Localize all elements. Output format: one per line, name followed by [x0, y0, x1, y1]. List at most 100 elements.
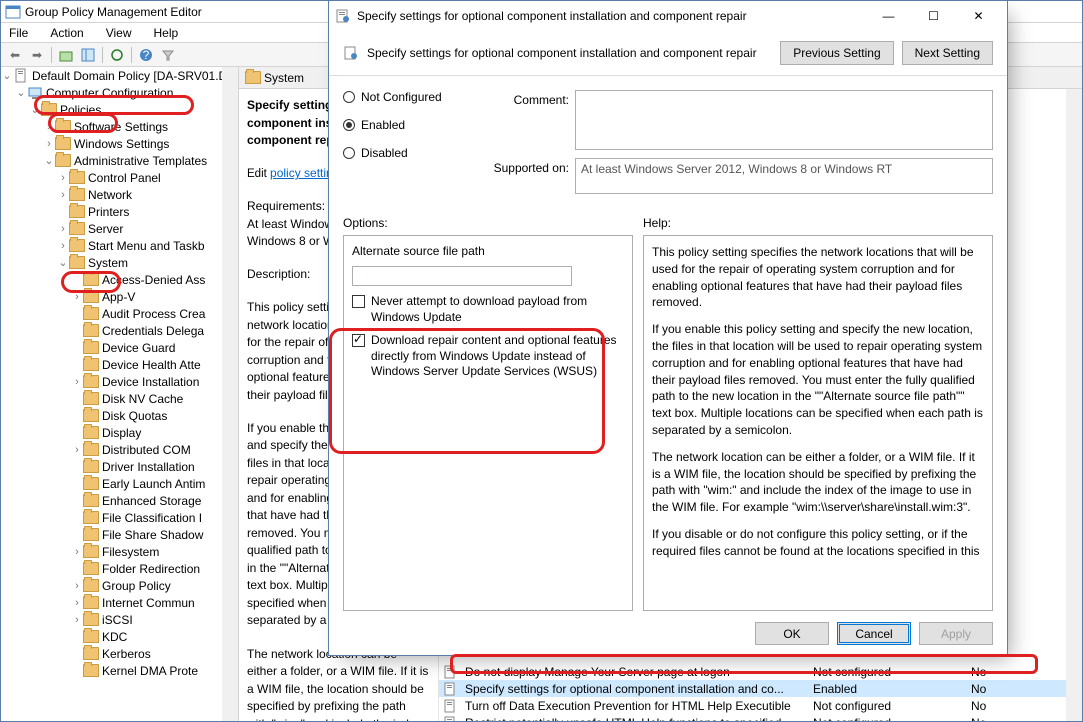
menu-view[interactable]: View	[102, 24, 136, 42]
tree-item-internet-commun[interactable]: ›Internet Commun	[1, 594, 238, 611]
tree-item-disk-quotas[interactable]: Disk Quotas	[1, 407, 238, 424]
tree-label: Folder Redirection	[102, 562, 200, 576]
download-wu-label: Download repair content and optional fea…	[371, 333, 624, 380]
tree-item-device-health-atte[interactable]: Device Health Atte	[1, 356, 238, 373]
radio-not-configured[interactable]: Not Configured	[343, 90, 473, 104]
tree-toggle-icon: ›	[57, 189, 69, 201]
radio-disabled[interactable]: Disabled	[343, 146, 473, 160]
tree-item-administrative-templates[interactable]: ⌄Administrative Templates	[1, 152, 238, 169]
folder-icon	[69, 239, 85, 252]
radio-enabled[interactable]: Enabled	[343, 118, 473, 132]
tree-item-start-menu-and-taskb[interactable]: ›Start Menu and Taskb	[1, 237, 238, 254]
setting-name: Restrict potentially unsafe HTML Help fu…	[465, 716, 805, 722]
filter-button[interactable]	[158, 45, 178, 65]
radio-icon	[343, 147, 355, 159]
tree-item-device-installation[interactable]: ›Device Installation	[1, 373, 238, 390]
ok-button[interactable]: OK	[755, 622, 829, 645]
tree-item-early-launch-antim[interactable]: Early Launch Antim	[1, 475, 238, 492]
tree-item-control-panel[interactable]: ›Control Panel	[1, 169, 238, 186]
settings-scrollbar[interactable]	[1066, 89, 1082, 721]
back-button[interactable]: ⬅	[5, 45, 25, 65]
menu-file[interactable]: File	[5, 24, 32, 42]
refresh-button[interactable]	[107, 45, 127, 65]
tree-item-system[interactable]: ⌄System	[1, 254, 238, 271]
help-button[interactable]: ?	[136, 45, 156, 65]
setting-state: Not configured	[813, 665, 963, 679]
tree-scroll[interactable]: ⌄Default Domain Policy [DA-SRV01.DI⌄Comp…	[1, 67, 238, 721]
folder-icon	[83, 426, 99, 439]
previous-setting-button[interactable]: Previous Setting	[780, 41, 893, 65]
tree-label: Device Guard	[102, 341, 175, 355]
close-button[interactable]: ✕	[956, 2, 1001, 30]
tree-item-group-policy[interactable]: ›Group Policy	[1, 577, 238, 594]
svg-text:?: ?	[143, 48, 150, 62]
tree-item-device-guard[interactable]: Device Guard	[1, 339, 238, 356]
folder-icon	[83, 494, 99, 507]
menu-help[interactable]: Help	[150, 24, 183, 42]
tree-item-iscsi[interactable]: ›iSCSI	[1, 611, 238, 628]
tree-toggle-icon: ⌄	[15, 86, 27, 99]
tree-item-windows-settings[interactable]: ›Windows Settings	[1, 135, 238, 152]
tree-item-access-denied-ass[interactable]: Access-Denied Ass	[1, 271, 238, 288]
tree-policies[interactable]: ⌄Policies	[1, 101, 238, 118]
tree-item-enhanced-storage[interactable]: Enhanced Storage	[1, 492, 238, 509]
folder-icon	[41, 103, 57, 116]
apply-button[interactable]: Apply	[919, 622, 993, 645]
help-p3: The network location can be either a fol…	[652, 449, 984, 516]
tree-root[interactable]: ⌄Default Domain Policy [DA-SRV01.DI	[1, 67, 238, 84]
tree-item-kernel-dma-prote[interactable]: Kernel DMA Prote	[1, 662, 238, 679]
setting-row[interactable]: Specify settings for optional component …	[439, 680, 1082, 697]
tree-item-software-settings[interactable]: ›Software Settings	[1, 118, 238, 135]
tree-toggle-icon: ›	[43, 138, 55, 150]
tree-item-file-classification-i[interactable]: File Classification I	[1, 509, 238, 526]
tree-item-filesystem[interactable]: ›Filesystem	[1, 543, 238, 560]
tree-label: Early Launch Antim	[102, 477, 205, 491]
folder-icon	[83, 647, 99, 660]
dialog-title-bar: Specify settings for optional component …	[329, 1, 1007, 31]
tree-item-server[interactable]: ›Server	[1, 220, 238, 237]
tree-label: Credentials Delega	[102, 324, 204, 338]
tree-item-printers[interactable]: Printers	[1, 203, 238, 220]
tree-label: Server	[88, 222, 123, 236]
tree-item-kerberos[interactable]: Kerberos	[1, 645, 238, 662]
next-setting-button[interactable]: Next Setting	[902, 41, 993, 65]
menu-action[interactable]: Action	[46, 24, 87, 42]
download-wu-checkbox[interactable]: Download repair content and optional fea…	[352, 333, 624, 380]
tree-item-driver-installation[interactable]: Driver Installation	[1, 458, 238, 475]
tree-toggle-icon: ›	[71, 444, 83, 456]
settings-list: Do not display Manage Your Server page a…	[439, 663, 1082, 721]
tree-item-distributed-com[interactable]: ›Distributed COM	[1, 441, 238, 458]
never-download-label: Never attempt to download payload from W…	[371, 294, 624, 325]
minimize-button[interactable]: —	[866, 2, 911, 30]
tree-computer-configuration[interactable]: ⌄Computer Configuration	[1, 84, 238, 101]
tree-scrollbar[interactable]	[222, 67, 238, 721]
cancel-button[interactable]: Cancel	[837, 622, 911, 645]
show-hide-button[interactable]	[78, 45, 98, 65]
tree-item-folder-redirection[interactable]: Folder Redirection	[1, 560, 238, 577]
up-button[interactable]	[56, 45, 76, 65]
tree-item-credentials-delega[interactable]: Credentials Delega	[1, 322, 238, 339]
folder-icon	[83, 579, 99, 592]
tree-item-app-v[interactable]: ›App-V	[1, 288, 238, 305]
tree-item-disk-nv-cache[interactable]: Disk NV Cache	[1, 390, 238, 407]
forward-button[interactable]: ➡	[27, 45, 47, 65]
folder-icon	[83, 443, 99, 456]
never-download-checkbox[interactable]: Never attempt to download payload from W…	[352, 294, 624, 325]
tree-item-network[interactable]: ›Network	[1, 186, 238, 203]
setting-row[interactable]: Do not display Manage Your Server page a…	[439, 663, 1082, 680]
setting-comment: No	[971, 699, 1031, 713]
tree-item-audit-process-crea[interactable]: Audit Process Crea	[1, 305, 238, 322]
tree-item-display[interactable]: Display	[1, 424, 238, 441]
tree-item-kdc[interactable]: KDC	[1, 628, 238, 645]
folder-icon	[69, 188, 85, 201]
comment-textarea[interactable]	[575, 90, 993, 150]
setting-name: Specify settings for optional component …	[465, 682, 805, 696]
folder-icon	[69, 171, 85, 184]
tree-item-file-share-shadow[interactable]: File Share Shadow	[1, 526, 238, 543]
content-header-text: System	[264, 71, 304, 85]
setting-row[interactable]: Restrict potentially unsafe HTML Help fu…	[439, 714, 1082, 721]
tree-toggle-icon: ⌄	[57, 256, 69, 269]
setting-row[interactable]: Turn off Data Execution Prevention for H…	[439, 697, 1082, 714]
maximize-button[interactable]: ☐	[911, 2, 956, 30]
alt-source-input[interactable]	[352, 266, 572, 286]
